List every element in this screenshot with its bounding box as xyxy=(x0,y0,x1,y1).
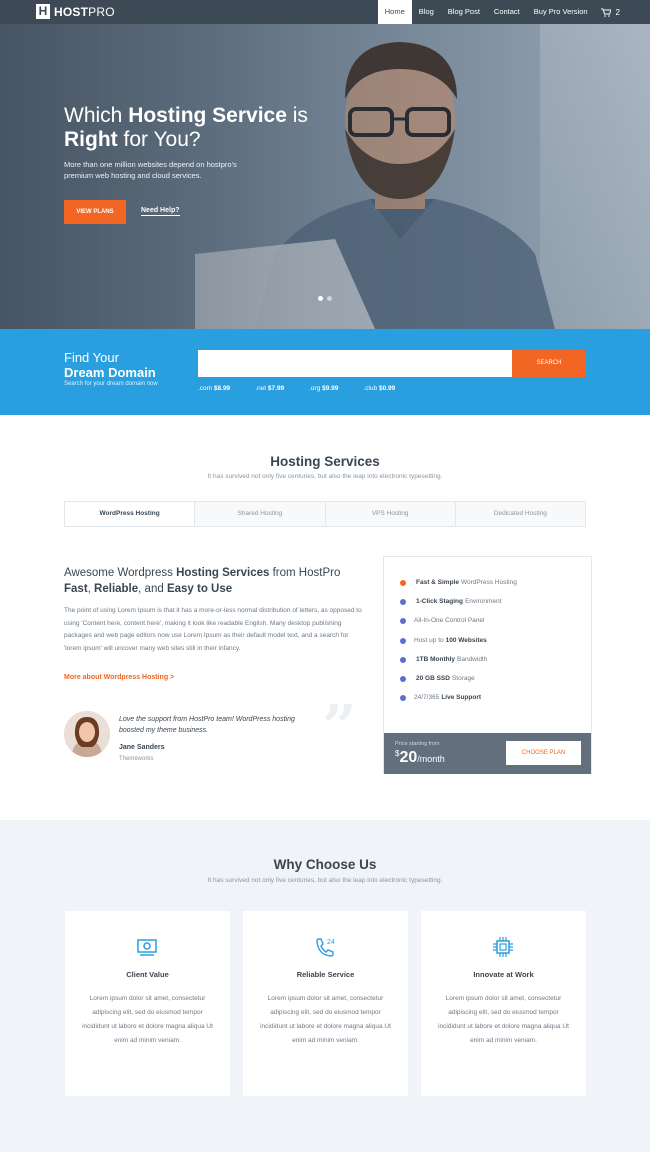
tab-vps-hosting[interactable]: VPS Hosting xyxy=(324,502,455,526)
tab-dedicated-hosting[interactable]: Dedicated Hosting xyxy=(454,502,585,526)
hosting-tabs: WordPress Hosting Shared Hosting VPS Hos… xyxy=(64,501,586,527)
plan-feature: Fast & Simple WordPress Hosting xyxy=(400,579,517,586)
logo[interactable]: H HOSTPRO xyxy=(36,4,115,19)
hero-subtitle: More than one million websites depend on… xyxy=(64,160,237,180)
chip-icon xyxy=(493,937,513,957)
card-title: Client Value xyxy=(126,970,169,979)
logo-mark: H xyxy=(36,4,50,19)
domain-title-line1: Find Your xyxy=(64,350,119,365)
avatar xyxy=(64,711,110,757)
hosting-services-subtitle: It has survived not only five centuries,… xyxy=(207,473,443,480)
tld-item: .org $9.99 xyxy=(309,385,339,392)
menu-item-blog-post[interactable]: Blog Post xyxy=(441,0,487,24)
domain-search-button[interactable]: SEARCH xyxy=(512,350,586,377)
card-title: Innovate at Work xyxy=(473,970,534,979)
menu-item-contact[interactable]: Contact xyxy=(487,0,527,24)
why-subtitle: It has survived not only five centuries,… xyxy=(207,877,443,884)
hero-title: Which Hosting Service is Right for You? xyxy=(64,104,308,151)
tld-item: .net $7.99 xyxy=(255,385,285,392)
slider-dot-1[interactable] xyxy=(318,296,323,301)
quote-icon: ” xyxy=(322,693,357,763)
tab-wordpress-hosting[interactable]: WordPress Hosting xyxy=(65,502,195,526)
domain-search-input[interactable] xyxy=(198,350,512,377)
card-title: Reliable Service xyxy=(296,970,355,979)
bolt-icon xyxy=(400,579,406,586)
card-text: Lorem ipsum dolor sit amet, consectetur … xyxy=(438,995,569,1044)
top-navbar: H HOSTPRO Home Blog Blog Post Contact Bu… xyxy=(0,0,650,24)
plan-feature: 1-Click Staging Environment xyxy=(400,598,501,605)
support-icon xyxy=(400,694,406,701)
cart-icon xyxy=(600,8,611,17)
why-title: Why Choose Us xyxy=(273,857,377,872)
menu-item-blog[interactable]: Blog xyxy=(412,0,441,24)
svg-text:24: 24 xyxy=(327,939,335,946)
cart-count: 2 xyxy=(615,7,620,17)
storage-icon xyxy=(400,675,406,682)
pricing-plan-card: Fast & Simple WordPress Hosting 1-Click … xyxy=(383,556,592,774)
domain-title-line2: Dream Domain xyxy=(64,365,156,380)
main-menu: Home Blog Blog Post Contact Buy Pro Vers… xyxy=(377,0,620,24)
gear-icon xyxy=(400,617,406,624)
plan-feature: 1TB Monthly Bandwidth xyxy=(400,656,487,663)
need-help-link[interactable]: Need Help? xyxy=(141,207,180,216)
phone-24-icon: 24 xyxy=(316,938,335,957)
bandwidth-icon xyxy=(400,656,406,663)
choose-plan-button[interactable]: CHOOSE PLAN xyxy=(506,741,581,765)
staging-icon xyxy=(400,598,406,605)
slider-dots xyxy=(318,296,336,301)
menu-item-buy-pro[interactable]: Buy Pro Version xyxy=(527,0,595,24)
more-about-wordpress-link[interactable]: More about Wordpress Hosting > xyxy=(64,674,174,681)
money-icon xyxy=(137,939,157,956)
plan-feature: All-In-One Control Panel xyxy=(400,617,488,624)
card-text: Lorem ipsum dolor sit amet, consectetur … xyxy=(82,995,213,1044)
feature-card: Client Value Lorem ipsum dolor sit amet,… xyxy=(65,911,230,1096)
wordpress-hosting-heading: Awesome Wordpress Hosting Services from … xyxy=(64,567,341,595)
plan-price: $20/month xyxy=(395,749,445,766)
tld-item: .com $8.99 xyxy=(198,385,231,392)
price-label: Price starting from xyxy=(395,741,440,747)
tab-shared-hosting[interactable]: Shared Hosting xyxy=(194,502,325,526)
plan-feature: Host up to 100 Websites xyxy=(400,637,489,644)
plan-price-bar: Price starting from $20/month CHOOSE PLA… xyxy=(384,733,591,774)
hero-section: Which Hosting Service is Right for You? … xyxy=(0,24,650,329)
tld-price-list: .com $8.99 .net $7.99 .org $9.99 .club $… xyxy=(198,385,420,392)
hosting-services-title: Hosting Services xyxy=(270,454,380,469)
plan-feature: 20 GB SSD Storage xyxy=(400,675,475,682)
testimonial-company: Themeworks xyxy=(119,756,154,762)
card-text: Lorem ipsum dolor sit amet, consectetur … xyxy=(260,995,391,1044)
view-plans-button[interactable]: VIEW PLANS xyxy=(64,200,126,224)
plan-feature: 24/7/365 Live Support xyxy=(400,694,483,701)
domain-search-section: Find Your Dream Domain Search for your d… xyxy=(0,329,650,415)
feature-card: 24 Reliable Service Lorem ipsum dolor si… xyxy=(243,911,408,1096)
menu-item-home[interactable]: Home xyxy=(377,0,412,24)
logo-text: HOSTPRO xyxy=(54,4,115,19)
domain-subtitle: Search for your dream domain now xyxy=(64,381,158,387)
testimonial-quote: Love the support from HostPro team! Word… xyxy=(119,716,295,734)
tld-item: .club $0.99 xyxy=(363,385,396,392)
feature-card: Innovate at Work Lorem ipsum dolor sit a… xyxy=(421,911,586,1096)
slider-dot-2[interactable] xyxy=(327,296,332,301)
website-icon xyxy=(400,637,406,644)
cart-button[interactable]: 2 xyxy=(595,8,620,17)
wordpress-hosting-description: The point of using Lorem Ipsum is that i… xyxy=(64,607,362,652)
testimonial-name: Jane Sanders xyxy=(119,744,165,751)
